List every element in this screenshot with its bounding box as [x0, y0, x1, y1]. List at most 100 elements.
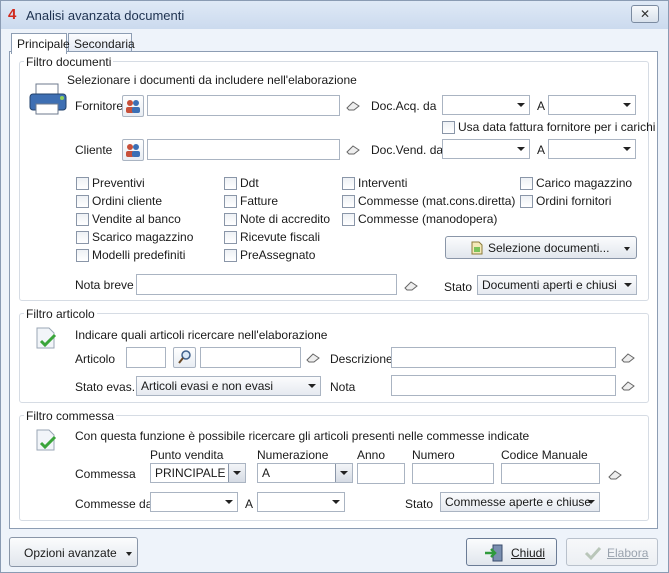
stato-documenti-value: Documenti aperti e chiusi — [482, 278, 617, 292]
clear-nota-breve-icon[interactable] — [404, 281, 418, 291]
fornitore-input[interactable] — [147, 95, 340, 116]
commesse-manodopera-label: Commesse (manodopera) — [358, 212, 498, 226]
doc-vend-a-select[interactable] — [548, 139, 636, 159]
stato-documenti-label: Stato — [444, 280, 473, 294]
tab-principale[interactable]: Principale — [11, 33, 70, 54]
checkbox-box[interactable] — [76, 230, 89, 244]
checkbox-box[interactable] — [76, 176, 89, 190]
codice-manuale-input[interactable] — [501, 463, 600, 484]
cliente-label: Cliente — [75, 143, 113, 157]
checkbox-box[interactable] — [76, 194, 89, 208]
clear-codice-icon[interactable] — [608, 470, 622, 480]
checkbox-box[interactable] — [224, 230, 237, 244]
fornitore-lookup-button[interactable] — [122, 95, 144, 117]
opzioni-avanzate-label: Opzioni avanzate — [24, 546, 117, 560]
stato-evas-select[interactable]: Articoli evasi e non evasi — [136, 376, 321, 396]
checkbox-box[interactable] — [442, 120, 455, 134]
articolo-code-input[interactable] — [126, 347, 166, 368]
commessa-label: Commessa — [75, 467, 136, 481]
numerazione-select[interactable]: A — [257, 463, 353, 483]
descrizione-input[interactable] — [391, 347, 616, 368]
preventivi-label: Preventivi — [92, 176, 145, 190]
nota-breve-input[interactable] — [136, 274, 397, 295]
fatture-checkbox[interactable]: Fatture — [224, 194, 278, 208]
filtro-documenti-title: Filtro documenti — [24, 55, 114, 69]
checkbox-box[interactable] — [224, 212, 237, 226]
checkbox-box[interactable] — [520, 176, 533, 190]
carico-magazzino-checkbox[interactable]: Carico magazzino — [520, 176, 632, 190]
search-icon — [178, 350, 191, 364]
articolo-desc-input[interactable] — [200, 347, 301, 368]
doc-acq-da-select[interactable] — [442, 95, 530, 115]
exit-door-icon — [485, 544, 503, 562]
commesse-a-select[interactable] — [257, 492, 345, 512]
clear-descrizione-icon[interactable] — [621, 353, 635, 363]
numerazione-value: A — [262, 466, 271, 480]
anno-input[interactable] — [357, 463, 405, 484]
commesse-mat-checkbox[interactable]: Commesse (mat.cons.diretta) — [342, 194, 515, 208]
interventi-checkbox[interactable]: Interventi — [342, 176, 407, 190]
modelli-predefiniti-checkbox[interactable]: Modelli predefiniti — [76, 248, 185, 262]
app-logo-icon: 4 — [8, 6, 17, 23]
stato-commesse-value: Commesse aperte e chiuse — [445, 495, 592, 509]
checkbox-box[interactable] — [224, 194, 237, 208]
preventivi-checkbox[interactable]: Preventivi — [76, 176, 145, 190]
checkbox-box[interactable] — [224, 176, 237, 190]
clear-cliente-icon[interactable] — [346, 145, 360, 155]
chiudi-button[interactable]: Chiudi — [466, 538, 557, 566]
clear-nota-icon[interactable] — [621, 381, 635, 391]
ordini-cliente-label: Ordini cliente — [92, 194, 163, 208]
numerazione-label: Numerazione — [257, 448, 329, 462]
doc-vend-a-label: A — [537, 143, 546, 157]
ordini-cliente-checkbox[interactable]: Ordini cliente — [76, 194, 162, 208]
tab-secondaria[interactable]: Secondaria — [68, 33, 135, 52]
close-button[interactable]: ✕ — [631, 5, 659, 23]
checkbox-box[interactable] — [76, 212, 89, 226]
people-icon — [126, 144, 140, 157]
cliente-lookup-button[interactable] — [122, 139, 144, 161]
checkbox-box[interactable] — [520, 194, 533, 208]
commesse-da-select[interactable] — [150, 492, 238, 512]
opzioni-avanzate-button[interactable]: Opzioni avanzate — [9, 537, 138, 567]
commesse-manodopera-checkbox[interactable]: Commesse (manodopera) — [342, 212, 497, 226]
filtro-commessa-title: Filtro commessa — [24, 409, 117, 423]
ricevute-fiscali-checkbox[interactable]: Ricevute fiscali — [224, 230, 320, 244]
stato-documenti-select[interactable]: Documenti aperti e chiusi — [477, 275, 637, 295]
checkbox-box[interactable] — [342, 176, 355, 190]
checkbox-box[interactable] — [342, 212, 355, 226]
stato-commesse-select[interactable]: Commesse aperte e chiuse — [440, 492, 600, 512]
articolo-search-button[interactable] — [173, 347, 196, 368]
fornitore-label: Fornitore — [75, 99, 124, 113]
punto-vendita-select[interactable]: PRINCIPALE — [150, 463, 246, 483]
selezione-documenti-label: Selezione documenti... — [488, 241, 610, 255]
elabora-label: Elabora — [607, 546, 649, 560]
preassegnato-checkbox[interactable]: PreAssegnato — [224, 248, 315, 262]
cliente-input[interactable] — [147, 139, 340, 160]
usa-data-fattura-label: Usa data fattura fornitore per i carichi — [458, 120, 656, 134]
clear-fornitore-icon[interactable] — [346, 101, 360, 111]
checkbox-box[interactable] — [76, 248, 89, 262]
numero-input[interactable] — [412, 463, 494, 484]
nota-input[interactable] — [391, 375, 616, 396]
doc-acq-label: Doc.Acq. da — [371, 99, 437, 113]
scarico-magazzino-checkbox[interactable]: Scarico magazzino — [76, 230, 193, 244]
doc-acq-a-select[interactable] — [548, 95, 636, 115]
clear-articolo-icon[interactable] — [306, 353, 320, 363]
checkbox-box[interactable] — [224, 248, 237, 262]
checkbox-box[interactable] — [342, 194, 355, 208]
vendite-banco-checkbox[interactable]: Vendite al banco — [76, 212, 181, 226]
elabora-button[interactable]: Elabora — [566, 538, 658, 566]
ddt-checkbox[interactable]: Ddt — [224, 176, 259, 190]
ordini-fornitori-checkbox[interactable]: Ordini fornitori — [520, 194, 611, 208]
usa-data-fattura-checkbox[interactable]: Usa data fattura fornitore per i carichi — [442, 120, 655, 134]
selezione-documenti-button[interactable]: Selezione documenti... — [445, 236, 637, 259]
filtro-documenti-instruction: Selezionare i documenti da includere nel… — [67, 73, 357, 87]
note-accredito-checkbox[interactable]: Note di accredito — [224, 212, 330, 226]
document-check-icon — [36, 327, 57, 349]
punto-vendita-value: PRINCIPALE — [155, 466, 226, 480]
numero-label: Numero — [412, 448, 455, 462]
doc-vend-da-select[interactable] — [442, 139, 530, 159]
vendite-banco-label: Vendite al banco — [92, 212, 181, 226]
ddt-label: Ddt — [240, 176, 259, 190]
nota-breve-label: Nota breve — [75, 278, 134, 292]
